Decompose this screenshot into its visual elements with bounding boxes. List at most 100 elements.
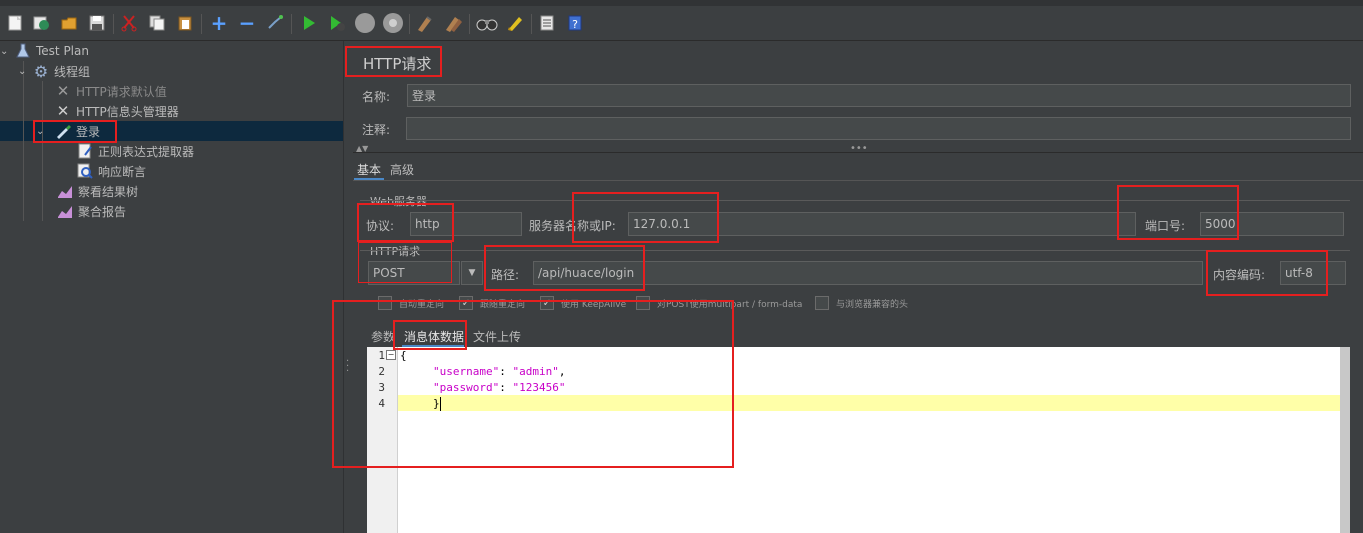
tree-node-login[interactable]: ⌄ 登录 [36, 121, 100, 141]
tree-node-results-tree[interactable]: 察看结果树 [56, 181, 138, 201]
templates-icon[interactable] [30, 12, 52, 34]
tree-node-http-defaults[interactable]: ✕ HTTP请求默认值 [54, 81, 167, 101]
toggle-icon[interactable] [264, 12, 286, 34]
tab-basic[interactable]: 基本 [357, 161, 381, 178]
collapse-icon[interactable]: − [236, 12, 258, 34]
checkbox-keepalive[interactable]: ✓ 使用 KeepAlive [540, 296, 626, 310]
encoding-field[interactable]: utf-8 [1280, 261, 1346, 285]
function-helper-icon[interactable] [536, 12, 558, 34]
tree-node-label: 正则表达式提取器 [98, 144, 195, 159]
checkbox-multipart[interactable]: 对POST使用multipart / form-data [636, 296, 802, 310]
dropdown-arrow-icon[interactable]: ▼ [461, 261, 483, 285]
chevron-down-icon[interactable]: ⌄ [18, 66, 32, 77]
new-icon[interactable] [4, 12, 26, 34]
code-brace-open: { [400, 349, 407, 362]
tab-advanced[interactable]: 高级 [390, 161, 414, 178]
page-title: HTTP请求 [363, 55, 432, 73]
pipette-icon [54, 122, 72, 140]
path-label: 路径: [491, 268, 520, 282]
tree-node-label: 线程组 [54, 64, 91, 79]
code-line-2: "username": "admin", [433, 365, 566, 378]
tree-node-label: HTTP信息头管理器 [76, 104, 179, 119]
flask-icon [14, 42, 32, 60]
checkbox-label: 使用 KeepAlive [561, 299, 627, 310]
tree-node-thread-group[interactable]: ⌄ ⚙ 线程组 [18, 61, 90, 81]
fold-icon[interactable]: − [386, 350, 396, 360]
tree-guide-line [23, 61, 24, 221]
help-icon[interactable]: ? [564, 12, 586, 34]
current-line-highlight [398, 395, 1340, 411]
tree-node-aggregate-report[interactable]: 聚合报告 [56, 201, 126, 221]
checkbox-label: 跟随重定向 [480, 299, 526, 310]
server-field[interactable]: 127.0.0.1 [628, 212, 1136, 236]
tree-node-label: 聚合报告 [78, 204, 127, 219]
checkbox-browser-headers[interactable]: 与浏览器兼容的头 [815, 296, 908, 310]
copy-icon[interactable] [146, 12, 168, 34]
text-cursor [440, 397, 441, 411]
json-value: "123456" [512, 381, 566, 394]
body-editor[interactable]: 1 2 3 4 − { "username": "admin", "passwo… [367, 347, 1350, 533]
checkbox-box[interactable] [378, 296, 392, 310]
tree-node-label: 察看结果树 [78, 184, 139, 199]
tree-guide-line [42, 81, 43, 221]
port-field[interactable]: 5000 [1200, 212, 1344, 236]
shutdown-icon[interactable] [382, 12, 404, 34]
encoding-label: 内容编码: [1213, 268, 1266, 282]
stop-icon[interactable] [354, 12, 376, 34]
editor-scrollbar[interactable] [1340, 347, 1350, 533]
tab-parameters[interactable]: 参数 [371, 328, 395, 345]
checkbox-box[interactable] [636, 296, 650, 310]
tree-node-header-manager[interactable]: ✕ HTTP信息头管理器 [54, 101, 179, 121]
document-edit-icon [76, 142, 94, 160]
server-label: 服务器名称或IP: [529, 219, 616, 233]
tree-node-label: 响应断言 [98, 164, 147, 179]
checkbox-label: 自动重定向 [399, 299, 445, 310]
name-field[interactable]: 登录 [407, 84, 1351, 107]
tree-node-test-plan[interactable]: ⌄ Test Plan [0, 41, 89, 61]
toolbar: + − ? [0, 6, 1363, 41]
checkbox-box[interactable] [815, 296, 829, 310]
paste-icon[interactable] [174, 12, 196, 34]
tree-node-regex-extractor[interactable]: 正则表达式提取器 [76, 141, 194, 161]
check-icon[interactable]: ✓ [540, 296, 554, 310]
splitter-grip-icon[interactable]: · · · [346, 357, 349, 377]
checkbox-follow-redirect[interactable]: ✓ 跟随重定向 [459, 296, 525, 310]
path-field[interactable]: /api/huace/login [533, 261, 1203, 285]
chevron-down-icon[interactable]: ⌄ [36, 126, 54, 137]
chevron-down-icon[interactable]: ⌄ [0, 46, 14, 57]
tree-node-response-assertion[interactable]: 响应断言 [76, 161, 146, 181]
chart-icon [56, 202, 74, 220]
reset-search-icon[interactable] [504, 12, 526, 34]
json-value: "admin" [512, 365, 559, 378]
start-icon[interactable] [298, 12, 320, 34]
code-brace-close: } [433, 397, 440, 410]
search-icon[interactable] [476, 12, 498, 34]
checkbox-label: 与浏览器兼容的头 [836, 299, 909, 310]
comment-field[interactable] [406, 117, 1351, 140]
toolbar-separator [291, 14, 292, 34]
name-label: 名称: [362, 90, 391, 104]
line-number: 3 [378, 381, 385, 394]
toolbar-separator [531, 14, 532, 34]
toolbar-separator [409, 14, 410, 34]
method-select[interactable]: POST [368, 261, 460, 285]
test-plan-tree: ⌄ Test Plan ⌄ ⚙ 线程组 ✕ HTTP请求默认值 ✕ HTTP信息… [0, 41, 343, 533]
tab-file-upload[interactable]: 文件上传 [473, 328, 521, 345]
panel-splitter[interactable] [343, 41, 354, 533]
protocol-field[interactable]: http [410, 212, 522, 236]
clear-icon[interactable] [414, 12, 436, 34]
clear-all-icon[interactable] [442, 12, 464, 34]
line-number: 2 [378, 365, 385, 378]
start-no-pauses-icon[interactable] [326, 12, 348, 34]
save-icon[interactable] [86, 12, 108, 34]
cut-icon[interactable] [118, 12, 140, 34]
expand-icon[interactable]: + [208, 12, 230, 34]
checkbox-auto-redirect[interactable]: 自动重定向 [378, 296, 444, 310]
svg-text:?: ? [572, 18, 578, 31]
open-icon[interactable] [58, 12, 80, 34]
tab-body-data[interactable]: 消息体数据 [404, 328, 464, 345]
toolbar-separator [469, 14, 470, 34]
protocol-label: 协议: [366, 219, 395, 233]
check-icon[interactable]: ✓ [459, 296, 473, 310]
tree-node-label: 登录 [76, 124, 101, 139]
